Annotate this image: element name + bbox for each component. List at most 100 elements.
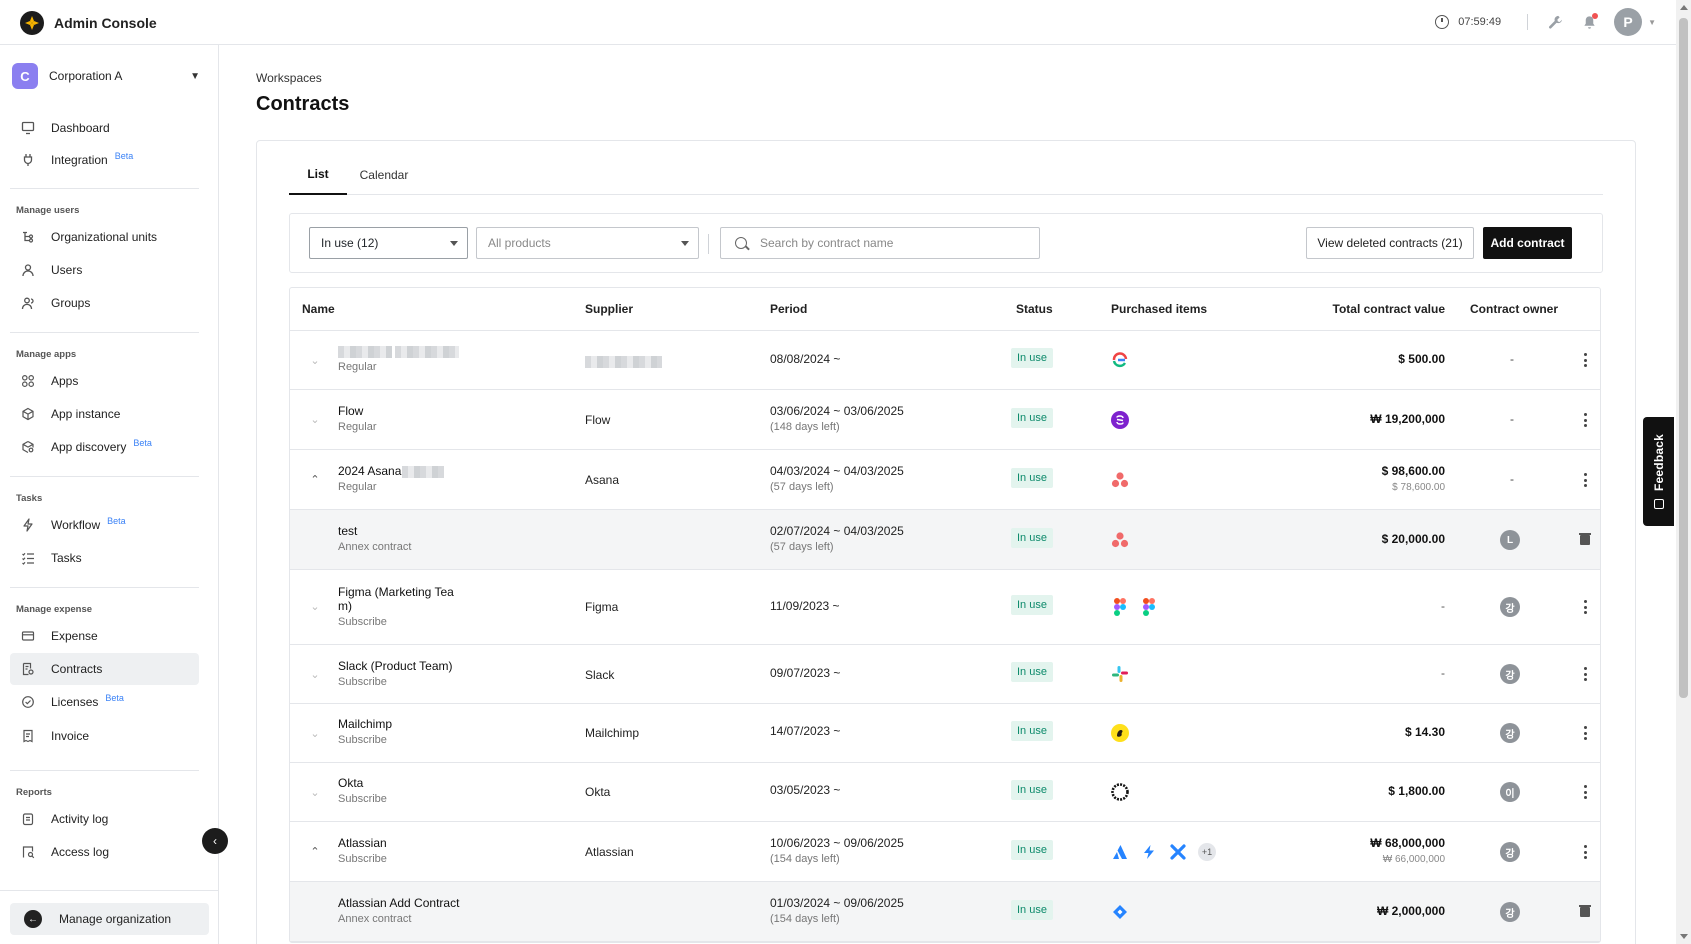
- chevron-down-icon[interactable]: ⌄: [309, 354, 321, 367]
- chevron-down-icon[interactable]: ⌄: [309, 727, 321, 740]
- collapse-sidebar-button[interactable]: ‹: [202, 828, 228, 854]
- chevron-up-icon[interactable]: ⌃: [309, 845, 321, 858]
- manage-organization-button[interactable]: ← Manage organization: [10, 903, 209, 935]
- status-filter-select[interactable]: In use (12): [309, 227, 468, 259]
- table-row[interactable]: ⌄ Flow Regular Flow 03/06/2024 ~ 03/06/2…: [290, 390, 1600, 450]
- more-options-icon[interactable]: [1578, 599, 1592, 615]
- table-row[interactable]: test Annex contract 02/07/2024 ~ 04/03/2…: [290, 510, 1600, 570]
- days-left: (148 days left): [770, 421, 840, 433]
- sidebar-item-organizational-units[interactable]: Organizational units: [10, 221, 199, 253]
- total-contract-value: $ 14.30: [1295, 725, 1445, 739]
- brand[interactable]: Admin Console: [20, 11, 157, 35]
- sidebar-item-invoice[interactable]: Invoice: [10, 720, 199, 752]
- search-input[interactable]: [760, 236, 1020, 250]
- add-contract-button[interactable]: Add contract: [1483, 227, 1572, 259]
- table-row[interactable]: Atlassian Add Contract Annex contract 01…: [290, 882, 1600, 942]
- scrollbar-thumb[interactable]: [1679, 18, 1688, 698]
- table-row[interactable]: ⌃ 2024 Asana Regular Asana 04/03/2024 ~ …: [290, 450, 1600, 510]
- sidebar-item-expense[interactable]: Expense: [10, 620, 199, 652]
- more-options-icon[interactable]: [1578, 472, 1592, 488]
- contract-type: Regular: [338, 361, 377, 373]
- chevron-down-icon[interactable]: ▼: [1648, 18, 1656, 27]
- supplier: Asana: [585, 473, 620, 487]
- section-manage-expense: Manage expense: [16, 604, 93, 615]
- table-row[interactable]: ⌄ Slack (Product Team) Subscribe Slack 0…: [290, 645, 1600, 704]
- status-badge: In use: [1011, 468, 1053, 488]
- section-tasks: Tasks: [16, 493, 43, 504]
- sidebar-item-licenses[interactable]: Licenses Beta: [10, 686, 199, 718]
- sidebar-item-users[interactable]: Users: [10, 254, 199, 286]
- bell-icon[interactable]: [1580, 13, 1599, 31]
- sidebar-item-tasks[interactable]: Tasks: [10, 542, 199, 574]
- trash-icon[interactable]: [1579, 533, 1591, 545]
- jira-logo-icon: [1111, 903, 1129, 921]
- chevron-down-icon[interactable]: ⌄: [309, 668, 321, 681]
- column-header-supplier[interactable]: Supplier: [585, 302, 633, 316]
- product-filter-select[interactable]: All products: [476, 227, 699, 259]
- more-options-icon[interactable]: [1578, 844, 1592, 860]
- page-scrollbar[interactable]: [1676, 0, 1691, 944]
- beta-badge: Beta: [133, 438, 152, 448]
- chevron-down-icon[interactable]: ⌄: [309, 413, 321, 426]
- caret-down-icon: [450, 241, 458, 246]
- more-items-badge[interactable]: +1: [1198, 843, 1216, 861]
- sidebar-item-label: Integration: [51, 153, 108, 167]
- contract-name: 2024 Asana: [338, 464, 445, 478]
- column-header-status[interactable]: Status: [1016, 302, 1053, 316]
- trash-icon[interactable]: [1579, 905, 1591, 917]
- table-row[interactable]: ⌄ Mailchimp Subscribe Mailchimp 14/07/20…: [290, 704, 1600, 763]
- more-options-icon[interactable]: [1578, 352, 1592, 368]
- purchased-items: [1111, 903, 1140, 921]
- org-tree-icon: [20, 229, 36, 245]
- period: 09/07/2023 ~: [770, 666, 841, 680]
- column-header-total-value[interactable]: Total contract value: [1295, 302, 1445, 316]
- sidebar-item-activity-log[interactable]: Activity log: [10, 803, 199, 835]
- sidebar-item-contracts[interactable]: Contracts: [10, 653, 199, 685]
- sidebar-item-groups[interactable]: Groups: [10, 287, 199, 319]
- contract-name: [338, 344, 460, 358]
- org-switcher[interactable]: C Corporation A ▼: [12, 63, 200, 89]
- breadcrumb[interactable]: Workspaces: [256, 71, 322, 85]
- owner-avatar: 강: [1500, 902, 1520, 922]
- supplier: Flow: [585, 413, 611, 427]
- table-row[interactable]: ⌃ Atlassian Subscribe Atlassian 10/06/20…: [290, 822, 1600, 882]
- chevron-down-icon[interactable]: ⌄: [309, 786, 321, 799]
- sidebar-item-dashboard[interactable]: Dashboard: [10, 112, 199, 144]
- feedback-button[interactable]: Feedback: [1643, 417, 1674, 526]
- more-options-icon[interactable]: [1578, 666, 1592, 682]
- wrench-icon[interactable]: [1546, 13, 1564, 31]
- tab-calendar[interactable]: Calendar: [359, 155, 409, 195]
- view-deleted-contracts-button[interactable]: View deleted contracts (21): [1306, 227, 1474, 259]
- more-options-icon[interactable]: [1578, 725, 1592, 741]
- tab-list[interactable]: List: [289, 155, 347, 195]
- column-header-purchased-items[interactable]: Purchased items: [1111, 302, 1207, 316]
- period: 03/05/2023 ~: [770, 783, 841, 797]
- app-logo-icon: [1111, 351, 1129, 369]
- section-reports: Reports: [16, 787, 52, 798]
- arrow-left-icon: ←: [24, 910, 42, 928]
- sidebar-item-apps[interactable]: Apps: [10, 365, 199, 397]
- purchased-items: [1111, 665, 1140, 683]
- column-header-period[interactable]: Period: [770, 302, 807, 316]
- sidebar-item-workflow[interactable]: Workflow Beta: [10, 509, 199, 541]
- scroll-down-icon[interactable]: [1680, 934, 1688, 939]
- contract-type: Regular: [338, 481, 377, 493]
- sidebar-item-app-discovery[interactable]: App discovery Beta: [10, 431, 199, 463]
- sidebar-item-app-instance[interactable]: App instance: [10, 398, 199, 430]
- table-row[interactable]: ⌄ Figma (Marketing Tea m) Subscribe Figm…: [290, 570, 1600, 645]
- table-row[interactable]: ⌄ Okta Subscribe Okta 03/05/2023 ~ In us…: [290, 763, 1600, 822]
- table-row[interactable]: ⌄ Regular 08/08/2024 ~ In use $ 500.00 -: [290, 331, 1600, 390]
- sidebar-item-access-log[interactable]: Access log: [10, 836, 199, 868]
- scroll-up-icon[interactable]: [1680, 5, 1688, 10]
- chevron-down-icon[interactable]: ⌄: [309, 600, 321, 613]
- supplier: [585, 354, 662, 368]
- sidebar-item-integration[interactable]: Integration Beta: [10, 144, 199, 176]
- contract-type: Subscribe: [338, 616, 387, 628]
- more-options-icon[interactable]: [1578, 784, 1592, 800]
- chevron-up-icon[interactable]: ⌃: [309, 473, 321, 486]
- more-options-icon[interactable]: [1578, 412, 1592, 428]
- column-header-name[interactable]: Name: [302, 302, 335, 316]
- user-avatar[interactable]: P: [1614, 8, 1643, 36]
- column-header-contract-owner[interactable]: Contract owner: [1470, 302, 1558, 316]
- status-badge: In use: [1011, 528, 1053, 548]
